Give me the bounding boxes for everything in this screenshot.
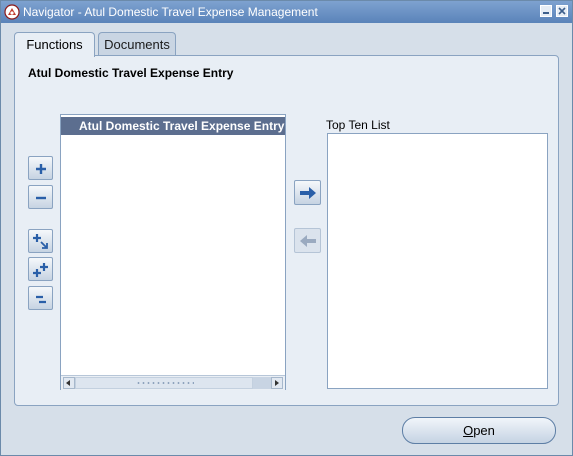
navigator-window: Navigator - Atul Domestic Travel Expense…	[0, 0, 573, 456]
scroll-thumb[interactable]	[75, 377, 253, 389]
scroll-track[interactable]	[253, 377, 271, 389]
remove-from-top-ten-button[interactable]	[294, 228, 321, 253]
top-ten-list[interactable]	[327, 133, 548, 389]
open-button[interactable]: Open	[402, 417, 556, 444]
tree-item-selected[interactable]: Atul Domestic Travel Expense Entry	[61, 117, 285, 135]
expand-branch-icon	[33, 234, 48, 249]
open-mnemonic: O	[463, 423, 474, 438]
scroll-right-button[interactable]	[271, 377, 283, 389]
minimize-button[interactable]	[540, 5, 552, 17]
function-tree[interactable]	[60, 114, 286, 390]
collapse-all-button[interactable]	[28, 286, 53, 310]
plus-icon	[36, 164, 46, 174]
tab-functions[interactable]: Functions	[14, 32, 95, 57]
scroll-left-button[interactable]	[63, 377, 75, 389]
close-icon	[558, 7, 566, 15]
open-label: pen	[473, 423, 495, 438]
tab-documents[interactable]: Documents	[98, 32, 176, 56]
section-title: Atul Domestic Travel Expense Entry	[28, 66, 234, 80]
minus-icon	[36, 196, 46, 200]
expand-all-icon	[33, 263, 48, 277]
tree-horizontal-scrollbar[interactable]	[61, 375, 285, 390]
left-arrow-icon	[300, 235, 316, 247]
scroll-grip	[136, 381, 194, 385]
expand-branch-button[interactable]	[28, 229, 53, 253]
expand-all-button[interactable]	[28, 257, 53, 281]
collapse-button[interactable]	[28, 185, 53, 209]
close-button[interactable]	[556, 5, 568, 17]
window-title: Navigator - Atul Domestic Travel Expense…	[23, 5, 318, 19]
top-ten-label: Top Ten List	[326, 118, 390, 132]
right-arrow-icon	[300, 187, 316, 199]
oracle-navigator-icon	[4, 4, 20, 20]
add-to-top-ten-button[interactable]	[294, 180, 321, 205]
collapse-all-icon	[36, 295, 46, 304]
title-bar[interactable]: Navigator - Atul Domestic Travel Expense…	[1, 1, 572, 23]
tree-item-label: Atul Domestic Travel Expense Entry	[79, 119, 285, 133]
expand-button[interactable]	[28, 156, 53, 180]
